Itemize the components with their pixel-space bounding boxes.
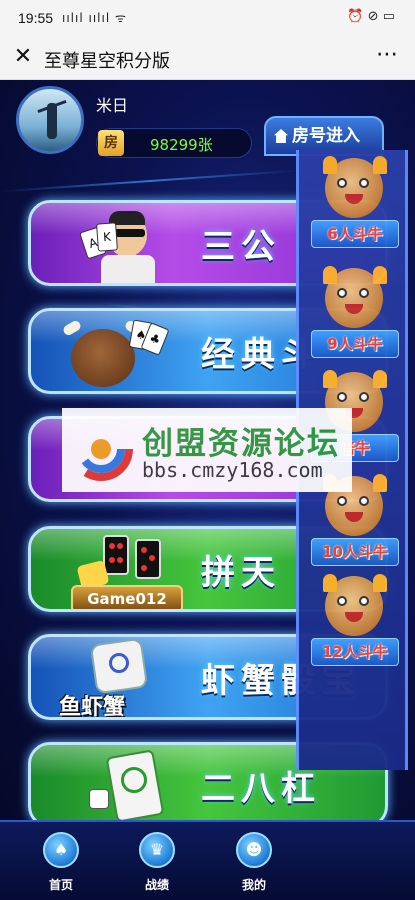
game-label: 三公 — [201, 227, 281, 267]
coin-count: 98299张 — [150, 136, 213, 154]
status-bar: 19:55 ıılıl ıılıl ᯤ ⏰ ⊘ ▭ — [0, 0, 415, 36]
game-logo: Game012 — [71, 585, 183, 609]
game-label: 拼天 — [201, 553, 281, 593]
bull-art: ♠ ♣ — [49, 315, 179, 391]
forum-logo-icon — [69, 417, 133, 481]
trophy-icon: ♛ — [139, 832, 175, 868]
tab-records[interactable]: ♛ 战绩 — [127, 832, 187, 896]
room-9-players[interactable]: 9人斗牛 — [307, 266, 403, 366]
room-12-players[interactable]: 12人斗牛 — [307, 574, 403, 674]
signal-icon: ıılıl ıılıl ᯤ — [62, 11, 127, 25]
logo-text: 鱼虾蟹 — [59, 695, 126, 720]
dealer-art: A K — [49, 207, 179, 283]
user-icon: ☻ — [236, 832, 272, 868]
room-label: 10人斗牛 — [311, 538, 399, 566]
room-label: 12人斗牛 — [311, 638, 399, 666]
username: 米日 — [96, 96, 129, 115]
room-label: 6人斗牛 — [311, 220, 399, 248]
watermark-url: bbs.cmzy168.com — [142, 458, 323, 482]
spade-icon: ♠ — [43, 832, 79, 868]
avatar[interactable] — [16, 86, 84, 154]
enter-room-label: 房号进入 — [292, 126, 360, 146]
home-icon — [274, 129, 288, 143]
dice-art: 鱼虾蟹 — [49, 637, 179, 720]
room-card-icon: 房 — [98, 130, 124, 156]
domino-art: Game012 — [49, 533, 183, 609]
room-6-players[interactable]: 6人斗牛 — [307, 156, 403, 256]
tab-label: 战绩 — [144, 878, 169, 892]
tab-home[interactable]: ♠ 首页 — [31, 832, 91, 896]
watermark: 创盟资源论坛 bbs.cmzy168.com — [62, 408, 352, 492]
bottom-tab-bar: ♠ 首页 ♛ 战绩 ☻ 我的 — [0, 820, 415, 900]
tab-label: 首页 — [48, 878, 73, 892]
tab-label: 我的 — [241, 878, 266, 892]
more-options-button[interactable]: ⋯ — [376, 42, 399, 67]
mahjong-art — [49, 749, 179, 820]
tab-mine[interactable]: ☻ 我的 — [224, 832, 284, 896]
title-bar: ✕ 至尊星空积分版 ⋯ — [0, 36, 415, 80]
room-label: 9人斗牛 — [311, 330, 399, 358]
watermark-title: 创盟资源论坛 — [142, 426, 340, 462]
close-icon[interactable]: ✕ — [10, 44, 36, 70]
status-icons: ⏰ ⊘ ▭ — [347, 9, 395, 24]
light-streak — [0, 169, 300, 193]
page-title: 至尊星空积分版 — [44, 51, 170, 72]
status-time: 19:55 — [18, 10, 54, 26]
